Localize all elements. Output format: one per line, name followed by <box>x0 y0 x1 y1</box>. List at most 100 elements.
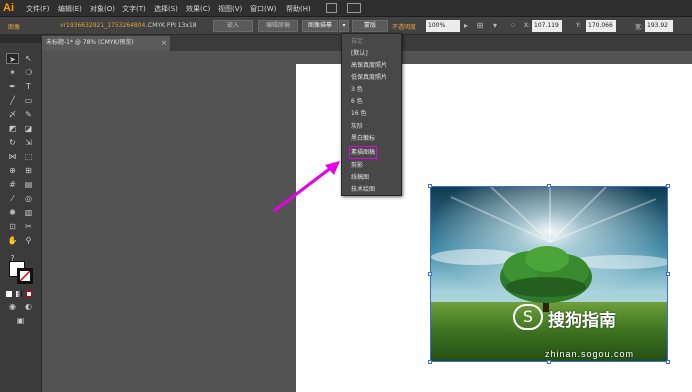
direct-selection-tool-icon[interactable]: ↖ <box>22 53 35 64</box>
menu-type[interactable]: 文字(T) <box>122 4 146 14</box>
mesh-tool-icon[interactable]: # <box>6 179 19 190</box>
selection-handle[interactable] <box>428 272 432 276</box>
illustrator-logo: Ai <box>3 1 19 15</box>
scale-tool-icon[interactable]: ⇲ <box>22 137 35 148</box>
paintbrush-tool-icon[interactable]: 〆 <box>6 109 19 120</box>
opacity-dropdown-arrow[interactable]: ▸ <box>461 21 471 31</box>
selection-tool-icon[interactable]: ➤ <box>6 53 19 64</box>
placed-tree-image[interactable] <box>430 186 668 362</box>
preset-high-fidelity-photo[interactable]: 高保真度照片 <box>351 61 387 70</box>
selection-handle[interactable] <box>547 184 551 188</box>
zoom-tool-icon[interactable]: ⚲ <box>22 235 35 246</box>
menu-object[interactable]: 对象(O) <box>90 4 115 14</box>
preset-silhouettes[interactable]: 剪影 <box>351 161 363 170</box>
selection-handle[interactable] <box>547 360 551 364</box>
selection-handle[interactable] <box>666 184 670 188</box>
eraser-tool-icon[interactable]: ◪ <box>22 123 35 134</box>
annotation-arrow-icon <box>273 161 340 213</box>
pencil-tool-icon[interactable]: ✎ <box>22 109 35 120</box>
preset-3-colors[interactable]: 3 色 <box>351 85 363 94</box>
screen-mode-icon[interactable]: ▣ <box>14 315 27 326</box>
preset-sketched-art[interactable]: 素描图稿 <box>348 146 378 159</box>
width-label: 宽: <box>635 24 644 31</box>
mask-button[interactable]: 蒙版 <box>352 20 388 32</box>
preset-low-fidelity-photo[interactable]: 低保真度照片 <box>351 73 387 82</box>
document-tab[interactable]: 未标题-1* @ 78% (CMYK/预览) × <box>42 36 170 51</box>
gradient-tool-icon[interactable]: ▤ <box>22 179 35 190</box>
y-field[interactable]: 170.066 <box>586 20 616 32</box>
hand-tool-icon[interactable]: ✋ <box>6 235 19 246</box>
artboard-tool-icon[interactable]: ⊡ <box>6 221 19 232</box>
width-tool-icon[interactable]: ⋈ <box>6 151 19 162</box>
magic-wand-tool-icon[interactable]: ✶ <box>6 67 19 78</box>
image-trace-button[interactable]: 图像描摹 <box>302 20 338 32</box>
type-tool-icon[interactable]: T <box>22 81 35 92</box>
menu-file[interactable]: 文件(F) <box>26 4 50 14</box>
menu-select[interactable]: 选择(S) <box>154 4 178 14</box>
watermark-url: zhinan.sogou.com <box>545 349 635 359</box>
shape-builder-tool-icon[interactable]: ⊕ <box>6 165 19 176</box>
symbol-sprayer-tool-icon[interactable]: ✺ <box>6 207 19 218</box>
rotate-tool-icon[interactable]: ↻ <box>6 137 19 148</box>
tree-image-graphic <box>431 187 667 361</box>
preset-default[interactable]: [默认] <box>351 49 368 58</box>
selection-handle[interactable] <box>428 360 432 364</box>
none-mode-icon[interactable] <box>26 291 32 297</box>
sogou-logo: S <box>513 304 543 330</box>
menu-help[interactable]: 帮助(H) <box>286 4 311 14</box>
opacity-label[interactable]: 不透明度 <box>392 22 416 31</box>
linked-file-name[interactable]: vr1936632921_1753264804... <box>60 22 151 29</box>
transform-icon[interactable]: ▾ <box>490 21 500 31</box>
eyedropper-tool-icon[interactable]: ⁄ <box>6 193 19 204</box>
line-tool-icon[interactable]: ╱ <box>6 95 19 106</box>
y-label: Y: <box>576 22 581 29</box>
preset-black-and-white-logo[interactable]: 黑白徽标 <box>351 134 375 143</box>
column-graph-tool-icon[interactable]: ▥ <box>22 207 35 218</box>
preset-6-colors[interactable]: 6 色 <box>351 97 363 106</box>
opacity-field[interactable]: 100% <box>426 20 460 32</box>
color-info: CMYK PPI 13x18 <box>148 22 197 29</box>
blend-tool-icon[interactable]: ◎ <box>22 193 35 204</box>
menu-effect[interactable]: 效果(C) <box>186 4 210 14</box>
blob-brush-tool-icon[interactable]: ◩ <box>6 123 19 134</box>
perspective-grid-tool-icon[interactable]: ⊞ <box>22 165 35 176</box>
tools-panel: ➤ ↖ ✶ ❍ ✒ T ╱ ▭ 〆 ✎ ◩ ◪ ↻ ⇲ ⋈ ⬚ ⊕ ⊞ # ▤ … <box>0 35 42 392</box>
edit-original-button[interactable]: 编辑原稿 <box>258 20 298 32</box>
preset-line-art[interactable]: 线稿图 <box>351 173 369 182</box>
x-field[interactable]: 107.119 <box>532 20 562 32</box>
x-label: X: <box>524 22 531 29</box>
bridge-icon[interactable] <box>326 3 337 13</box>
draw-behind-icon[interactable]: ◐ <box>22 301 35 312</box>
draw-mode-icon[interactable]: ◉ <box>6 301 19 312</box>
gradient-mode-icon[interactable] <box>16 291 22 297</box>
embed-button[interactable]: 嵌入 <box>213 20 253 32</box>
menu-view[interactable]: 视图(V) <box>218 4 242 14</box>
align-icon[interactable]: ⊞ <box>475 21 485 31</box>
stroke-color-swatch[interactable] <box>17 268 33 284</box>
preset-technical-drawing[interactable]: 技术绘图 <box>351 185 375 194</box>
menu-edit[interactable]: 编辑(E) <box>58 4 82 14</box>
preset-shades-of-gray[interactable]: 灰阶 <box>351 122 363 131</box>
menu-bar: Ai 文件(F) 编辑(E) 对象(O) 文字(T) 选择(S) 效果(C) 视… <box>0 0 692 17</box>
arrange-documents-icon[interactable] <box>347 3 361 13</box>
selection-handle[interactable] <box>666 272 670 276</box>
slice-tool-icon[interactable]: ✂ <box>22 221 35 232</box>
preset-16-colors[interactable]: 16 色 <box>351 109 367 118</box>
selection-handle[interactable] <box>428 184 432 188</box>
pen-tool-icon[interactable]: ✒ <box>6 81 19 92</box>
watermark-text: 搜狗指南 <box>548 311 616 331</box>
selection-type-label: 图像 <box>8 24 21 31</box>
rectangle-tool-icon[interactable]: ▭ <box>22 95 35 106</box>
close-tab-icon[interactable]: × <box>161 36 167 50</box>
menu-window[interactable]: 窗口(W) <box>250 4 276 14</box>
selection-handle[interactable] <box>666 360 670 364</box>
free-transform-tool-icon[interactable]: ⬚ <box>22 151 35 162</box>
image-trace-dropdown-arrow[interactable]: ▾ <box>339 20 349 32</box>
reference-point-icon[interactable]: ⁘ <box>508 21 518 31</box>
color-mode-icon[interactable] <box>6 291 12 297</box>
dropdown-header-custom: 自定 <box>351 38 364 45</box>
document-tab-title: 未标题-1* @ 78% (CMYK/预览) <box>46 39 134 46</box>
tools-panel-header[interactable] <box>0 35 42 43</box>
lasso-tool-icon[interactable]: ❍ <box>22 67 35 78</box>
width-field[interactable]: 193.92 <box>645 20 673 32</box>
